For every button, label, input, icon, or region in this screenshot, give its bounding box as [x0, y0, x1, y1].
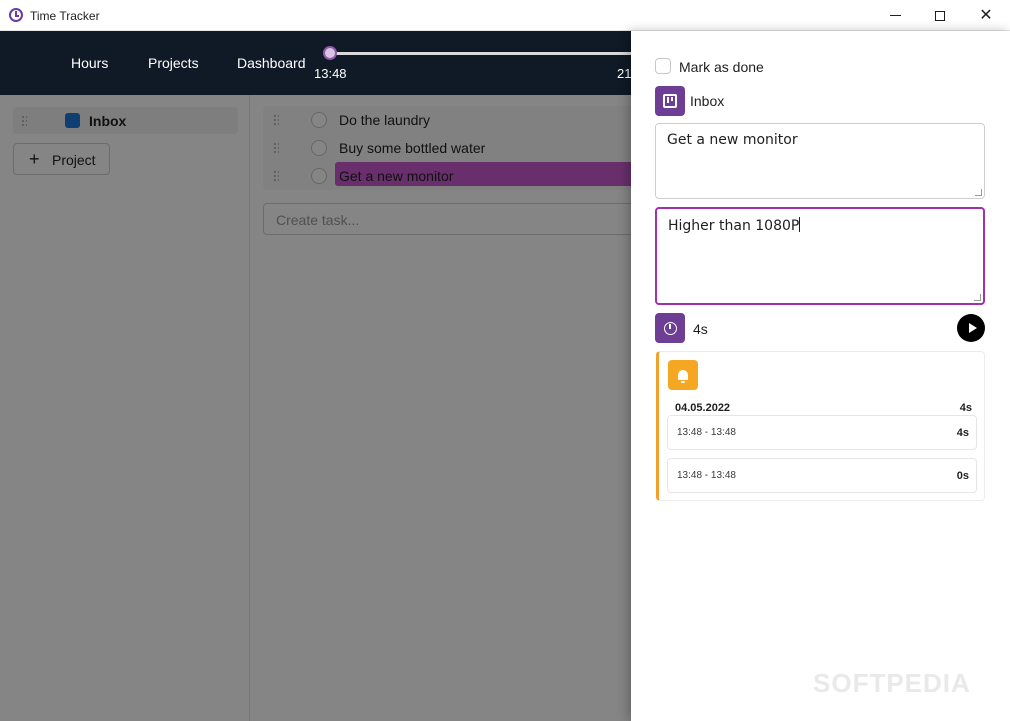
app-clock-icon	[9, 8, 23, 22]
time-total: 4s	[693, 321, 708, 337]
task-title-field[interactable]: Get a new monitor	[655, 123, 985, 199]
clock-icon	[663, 321, 677, 335]
start-timer-button[interactable]	[957, 314, 985, 342]
close-icon: ✕	[979, 6, 993, 24]
timeline-end-label: 21	[617, 66, 632, 81]
window-title: Time Tracker	[30, 9, 100, 23]
time-log-card: 04.05.2022 4s 13:48 - 13:48 4s 13:48 - 1…	[656, 351, 985, 501]
time-entry-duration: 0s	[956, 470, 969, 482]
text-caret	[799, 217, 801, 232]
nav-projects[interactable]: Projects	[148, 55, 199, 71]
resize-grip-icon[interactable]	[974, 294, 981, 301]
maximize-button[interactable]	[917, 0, 963, 31]
minimize-icon	[889, 15, 901, 16]
minimize-button[interactable]	[872, 0, 918, 31]
maximize-icon	[935, 10, 945, 21]
task-detail-panel: Mark as done Inbox Get a new monitor Hig…	[631, 31, 1010, 721]
task-description-value: Higher than 1080P	[668, 218, 800, 234]
time-entry-duration: 4s	[956, 427, 969, 439]
log-date: 04.05.2022	[675, 402, 731, 414]
project-badge[interactable]	[655, 86, 685, 116]
timeline-start-label: 13:48	[314, 66, 347, 81]
time-entry[interactable]: 13:48 - 13:48 0s	[667, 458, 977, 493]
mark-done-checkbox[interactable]	[655, 58, 671, 74]
reminder-button[interactable]	[668, 360, 698, 390]
close-button[interactable]: ✕	[963, 0, 1009, 31]
nav-dashboard[interactable]: Dashboard	[237, 55, 306, 71]
title-bar: Time Tracker ✕	[0, 0, 1010, 31]
play-icon	[968, 323, 977, 333]
project-label[interactable]: Inbox	[690, 93, 724, 109]
time-entry-range: 13:48 - 13:48	[677, 470, 736, 481]
timeline-handle[interactable]	[323, 46, 337, 60]
log-date-total: 4s	[959, 402, 972, 414]
modal-overlay[interactable]	[0, 95, 631, 721]
time-badge	[655, 313, 685, 343]
resize-grip-icon[interactable]	[975, 189, 982, 196]
mark-done-label[interactable]: Mark as done	[679, 59, 764, 75]
bell-icon	[678, 370, 688, 383]
kanban-icon	[663, 94, 677, 108]
time-entry[interactable]: 13:48 - 13:48 4s	[667, 415, 977, 450]
nav-hours[interactable]: Hours	[71, 55, 108, 71]
watermark: SOFTPEDIA	[813, 668, 971, 698]
time-entry-range: 13:48 - 13:48	[677, 427, 736, 438]
task-title-value: Get a new monitor	[667, 132, 798, 148]
task-description-field[interactable]: Higher than 1080P	[655, 207, 985, 305]
